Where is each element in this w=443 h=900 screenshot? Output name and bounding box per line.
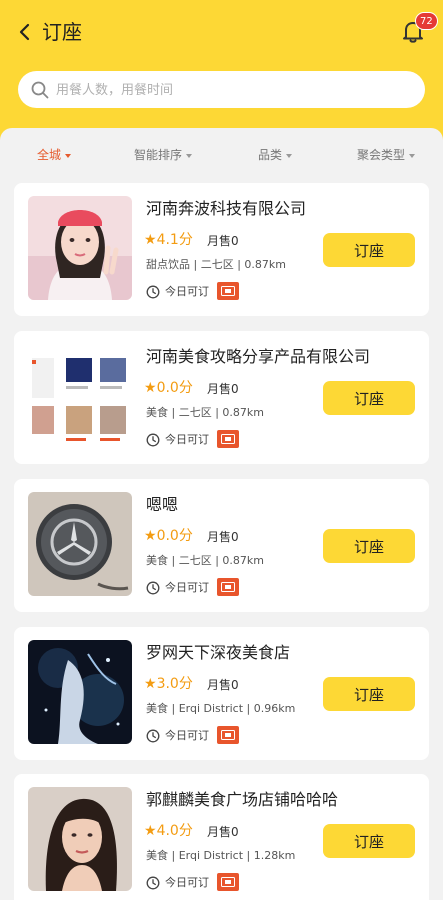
filter-label: 品类	[258, 148, 283, 162]
star-icon: ★	[144, 823, 157, 839]
ticket-icon	[217, 282, 239, 300]
restaurant-thumbnail	[28, 787, 132, 891]
star-icon: ★	[144, 676, 157, 692]
restaurant-rating: ★0.0分	[144, 378, 193, 398]
restaurant-thumbnail	[28, 640, 132, 744]
restaurant-card[interactable]: 河南美食攻略分享产品有限公司 ★0.0分 月售0 美食 | 二七区 | 0.87…	[14, 331, 429, 464]
restaurant-rating: ★4.0分	[144, 821, 193, 841]
page-title: 订座	[42, 20, 82, 44]
rating-value: 4.0分	[156, 823, 193, 839]
rating-value: 0.0分	[156, 380, 193, 396]
filter-bar: 全城 智能排序 品类 聚会类型	[0, 140, 443, 170]
restaurant-card[interactable]: 河南奔波科技有限公司 ★4.1分 月售0 甜点饮品 | 二七区 | 0.87km…	[14, 183, 429, 316]
restaurant-name: 罗网天下深夜美食店	[146, 643, 291, 662]
book-button[interactable]: 订座	[323, 381, 415, 415]
monthly-sales: 月售0	[207, 678, 239, 692]
restaurant-thumbnail	[28, 196, 132, 300]
availability-text: 今日可订	[165, 581, 209, 594]
monthly-sales: 月售0	[207, 234, 239, 248]
restaurant-thumbnail	[28, 344, 132, 448]
search-bar[interactable]	[18, 71, 425, 108]
filter-sort[interactable]: 智能排序	[134, 140, 193, 170]
monthly-sales: 月售0	[207, 825, 239, 839]
filter-label: 智能排序	[134, 148, 183, 162]
book-button[interactable]: 订座	[323, 529, 415, 563]
availability-text: 今日可订	[165, 285, 209, 298]
clock-icon	[146, 728, 160, 743]
restaurant-name: 嗯嗯	[146, 495, 179, 514]
availability-text: 今日可订	[165, 433, 209, 446]
filter-label: 聚会类型	[357, 148, 406, 162]
star-icon: ★	[144, 232, 157, 248]
book-button[interactable]: 订座	[323, 233, 415, 267]
availability-text: 今日可订	[165, 876, 209, 889]
filter-party-type[interactable]: 聚会类型	[357, 140, 416, 170]
notification-badge: 72	[415, 12, 438, 30]
restaurant-card[interactable]: 罗网天下深夜美食店 ★3.0分 月售0 美食 | Erqi District |…	[14, 627, 429, 760]
caret-down-icon	[409, 153, 416, 158]
caret-down-icon	[65, 153, 72, 158]
book-button[interactable]: 订座	[323, 677, 415, 711]
restaurant-card[interactable]: 郭麒麟美食广场店铺哈哈哈 ★4.0分 月售0 美食 | Erqi Distric…	[14, 774, 429, 900]
restaurant-rating: ★0.0分	[144, 526, 193, 546]
book-button[interactable]: 订座	[323, 824, 415, 858]
ticket-icon	[217, 578, 239, 596]
clock-icon	[146, 432, 160, 447]
filter-city[interactable]: 全城	[37, 140, 72, 170]
ticket-icon	[217, 726, 239, 744]
star-icon: ★	[144, 528, 157, 544]
restaurant-meta: 美食 | Erqi District | 1.28km	[146, 849, 296, 862]
ticket-icon	[217, 873, 239, 891]
caret-down-icon	[186, 153, 193, 158]
ticket-icon	[217, 430, 239, 448]
filter-category[interactable]: 品类	[258, 140, 293, 170]
search-icon	[30, 80, 50, 100]
restaurant-meta: 甜点饮品 | 二七区 | 0.87km	[146, 258, 286, 271]
monthly-sales: 月售0	[207, 382, 239, 396]
clock-icon	[146, 580, 160, 595]
star-icon: ★	[144, 380, 157, 396]
availability-text: 今日可订	[165, 729, 209, 742]
restaurant-name: 郭麒麟美食广场店铺哈哈哈	[146, 790, 339, 809]
restaurant-card[interactable]: 嗯嗯 ★0.0分 月售0 美食 | 二七区 | 0.87km 今日可订 订座	[14, 479, 429, 612]
clock-icon	[146, 284, 160, 299]
monthly-sales: 月售0	[207, 530, 239, 544]
search-input[interactable]	[56, 78, 406, 102]
restaurant-name: 河南奔波科技有限公司	[146, 199, 307, 218]
top-bar: 订座 72	[0, 0, 443, 140]
restaurant-rating: ★4.1分	[144, 230, 193, 250]
rating-value: 3.0分	[156, 676, 193, 692]
caret-down-icon	[286, 153, 293, 158]
rating-value: 4.1分	[156, 232, 193, 248]
filter-label: 全城	[37, 148, 62, 162]
rating-value: 0.0分	[156, 528, 193, 544]
clock-icon	[146, 875, 160, 890]
restaurant-meta: 美食 | 二七区 | 0.87km	[146, 554, 264, 567]
restaurant-meta: 美食 | 二七区 | 0.87km	[146, 406, 264, 419]
restaurant-name: 河南美食攻略分享产品有限公司	[146, 347, 371, 366]
restaurant-rating: ★3.0分	[144, 674, 193, 694]
back-arrow-icon[interactable]	[14, 20, 36, 44]
restaurant-meta: 美食 | Erqi District | 0.96km	[146, 702, 296, 715]
restaurant-thumbnail	[28, 492, 132, 596]
